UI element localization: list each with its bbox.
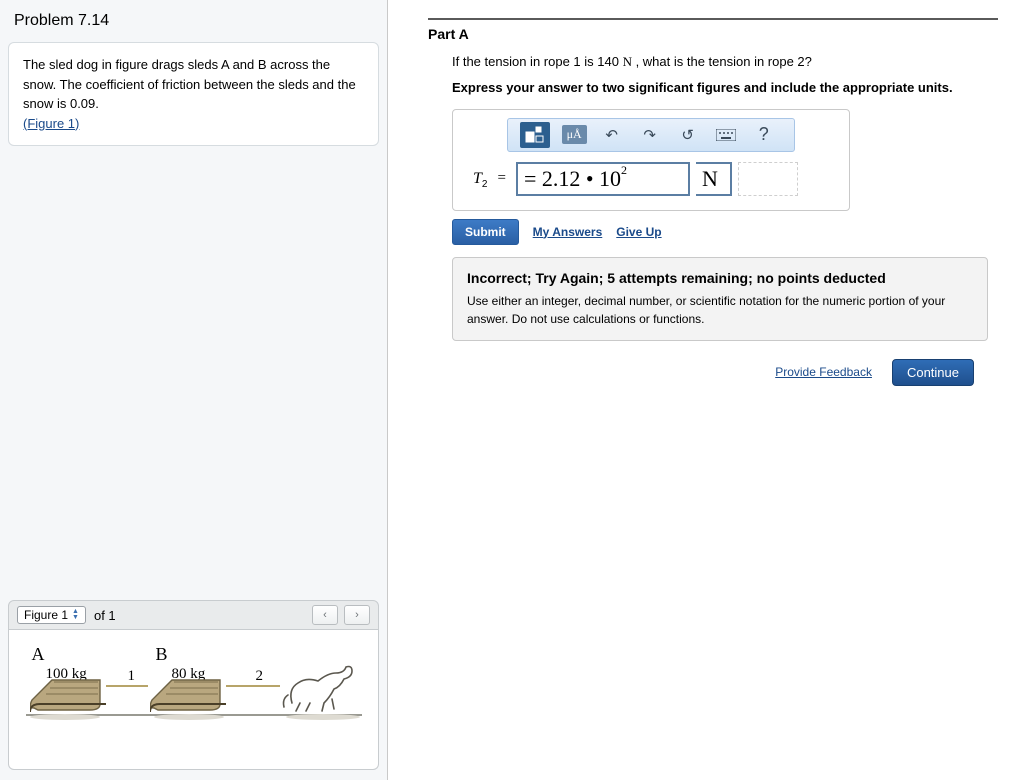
footer-row: Provide Feedback Continue (428, 359, 974, 386)
answer-row: T2 = = 2.12 • 102 N (473, 162, 841, 196)
question-post: , what is the tension in rope 2? (632, 54, 812, 69)
figure-image: A 100 kg B 80 kg 1 2 (24, 644, 364, 724)
continue-button[interactable]: Continue (892, 359, 974, 386)
rope1-label: 1 (128, 668, 136, 685)
question-unit: N (623, 54, 632, 69)
submit-button[interactable]: Submit (452, 219, 519, 245)
part-title: Part A (428, 26, 998, 42)
question-pre: If the tension in rope 1 is 140 (452, 54, 623, 69)
provide-feedback-link[interactable]: Provide Feedback (775, 365, 872, 379)
problem-text: The sled dog in figure drags sleds A and… (23, 57, 356, 111)
figure-select-label: Figure 1 (24, 608, 68, 622)
feedback-body: Use either an integer, decimal number, o… (467, 292, 973, 328)
equals-sign: = (497, 170, 505, 187)
answer-unit-input[interactable]: N (696, 162, 732, 196)
feedback-title: Incorrect; Try Again; 5 attempts remaini… (467, 270, 973, 286)
figure-select[interactable]: Figure 1 ▲▼ (17, 606, 86, 624)
answer-value-text: = 2.12 • 10 (524, 166, 621, 192)
redo-button[interactable]: ↷ (637, 123, 663, 147)
answer-value-input[interactable]: = 2.12 • 102 (516, 162, 690, 196)
question-text: If the tension in rope 1 is 140 N , what… (452, 52, 998, 72)
figure-next-button[interactable]: › (344, 605, 370, 625)
units-button[interactable]: μÅ (562, 125, 587, 144)
help-button[interactable]: ? (751, 123, 777, 147)
figure-prev-button[interactable]: ‹ (312, 605, 338, 625)
sled-b-label: B (156, 644, 168, 665)
template-button[interactable] (520, 122, 550, 148)
instruction-text: Express your answer to two significant f… (452, 80, 998, 95)
feedback-box: Incorrect; Try Again; 5 attempts remaini… (452, 257, 988, 341)
spinner-icon: ▲▼ (72, 609, 79, 621)
reset-button[interactable]: ↺ (675, 123, 701, 147)
figure-link[interactable]: (Figure 1) (23, 116, 79, 131)
right-panel: Part A If the tension in rope 1 is 140 N… (388, 0, 1024, 780)
button-row: Submit My Answers Give Up (452, 219, 998, 245)
rope2-label: 2 (256, 668, 264, 685)
my-answers-link[interactable]: My Answers (533, 225, 603, 239)
dog-icon (280, 659, 360, 716)
keyboard-button[interactable] (713, 123, 739, 147)
left-panel: Problem 7.14 The sled dog in figure drag… (0, 0, 388, 780)
equation-toolbar: μÅ ↶ ↷ ↺ ? (507, 118, 796, 152)
problem-statement: The sled dog in figure drags sleds A and… (8, 42, 379, 146)
answer-exponent: 2 (621, 163, 627, 178)
figure-panel: Figure 1 ▲▼ of 1 ‹ › A 100 kg B (8, 600, 379, 770)
figure-header: Figure 1 ▲▼ of 1 ‹ › (8, 600, 379, 630)
answer-extra-box[interactable] (738, 162, 798, 196)
answer-variable: T2 (473, 170, 487, 188)
problem-title: Problem 7.14 (8, 12, 379, 30)
figure-body: A 100 kg B 80 kg 1 2 (8, 630, 379, 770)
undo-button[interactable]: ↶ (599, 123, 625, 147)
answer-panel: μÅ ↶ ↷ ↺ ? T2 = = 2.12 • 102 N (452, 109, 850, 211)
sled-a-label: A (32, 644, 45, 665)
figure-count: of 1 (94, 608, 116, 623)
divider (428, 18, 998, 20)
give-up-link[interactable]: Give Up (616, 225, 661, 239)
